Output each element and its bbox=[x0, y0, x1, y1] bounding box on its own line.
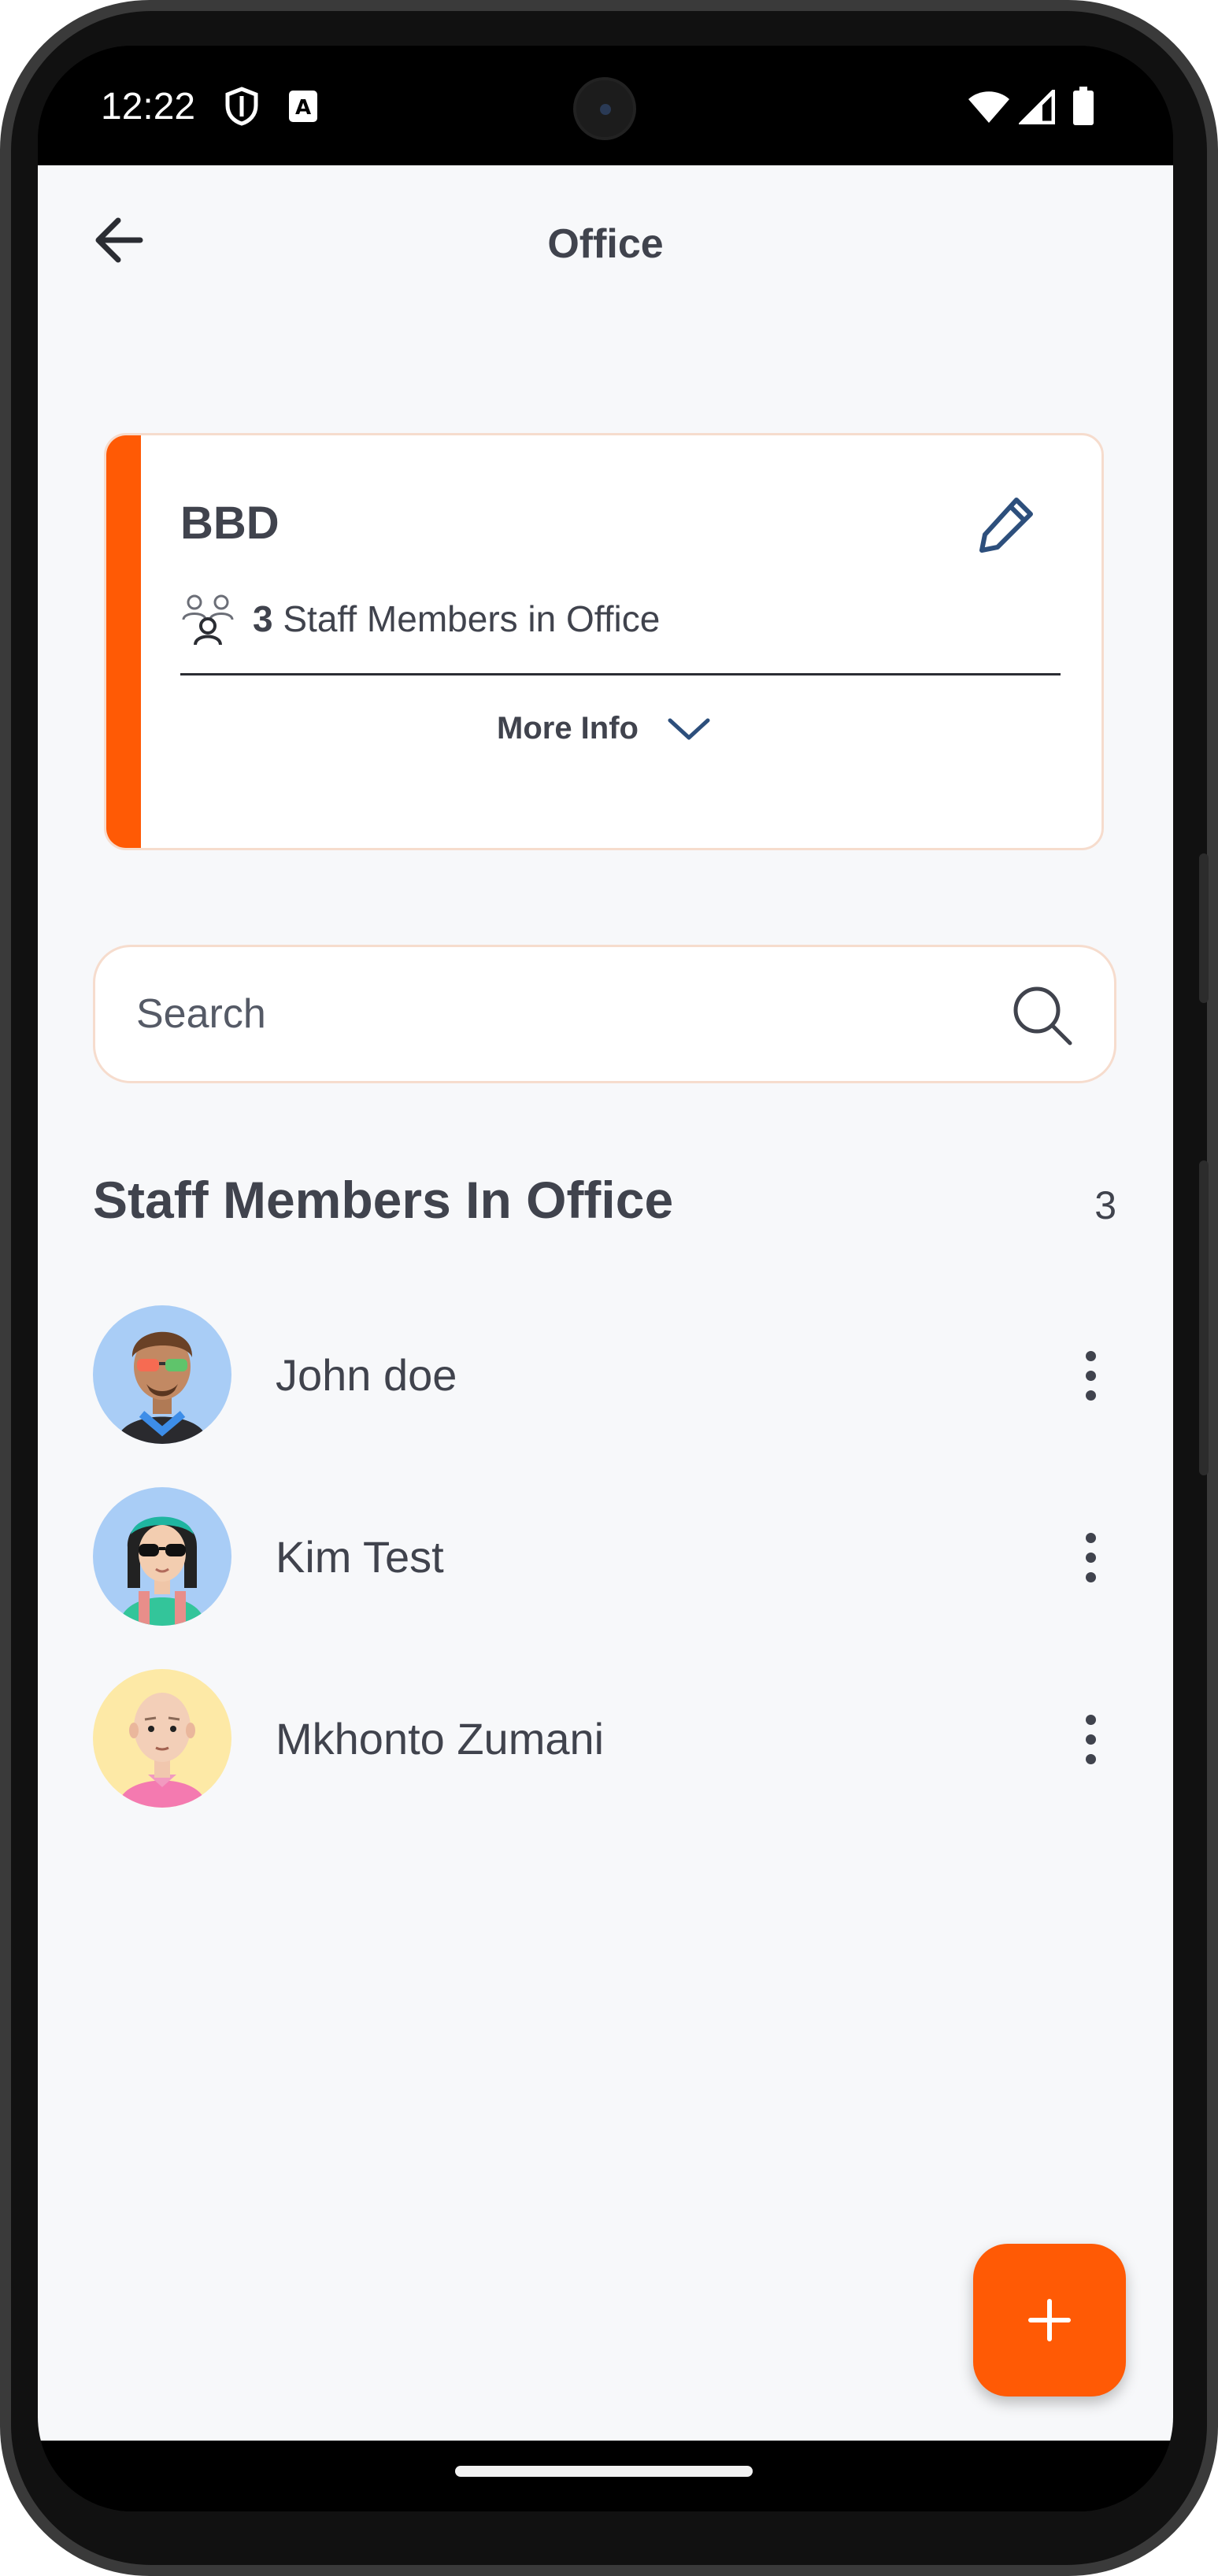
staff-count-label: Staff Members in Office bbox=[272, 598, 661, 639]
screen: 12:22 A Office BBD 3 Staff Members in Of… bbox=[38, 46, 1173, 2511]
staff-name: Mkhonto Zumani bbox=[276, 1714, 605, 1764]
plus-icon bbox=[1028, 2299, 1071, 2341]
shield-icon bbox=[224, 87, 260, 130]
staff-list: John doe Kim Test Mkhonto Zumani bbox=[38, 1305, 1173, 1851]
cellular-signal-icon bbox=[1016, 86, 1056, 128]
staff-row[interactable]: Mkhonto Zumani bbox=[38, 1669, 1173, 1851]
staff-section-title: Staff Members In Office bbox=[93, 1171, 674, 1229]
staff-name: John doe bbox=[276, 1350, 457, 1400]
home-indicator[interactable] bbox=[455, 2466, 753, 2477]
top-app-bar: Office bbox=[38, 165, 1173, 299]
office-screen: Office BBD 3 Staff Members in Office Mor… bbox=[38, 165, 1173, 2441]
status-bar: 12:22 A bbox=[38, 46, 1173, 165]
more-options-icon[interactable] bbox=[1063, 1704, 1118, 1775]
svg-text:A: A bbox=[295, 96, 311, 120]
staff-row[interactable]: Kim Test bbox=[38, 1487, 1173, 1669]
front-camera bbox=[573, 77, 636, 140]
card-divider bbox=[180, 673, 1061, 675]
staff-name: Kim Test bbox=[276, 1532, 444, 1582]
system-navigation-bar bbox=[38, 2441, 1173, 2511]
staff-count-text: 3 Staff Members in Office bbox=[253, 598, 660, 640]
chevron-down-icon bbox=[668, 718, 710, 739]
more-options-icon[interactable] bbox=[1063, 1340, 1118, 1411]
more-info-toggle[interactable]: More Info bbox=[106, 711, 1101, 746]
search-bar bbox=[93, 945, 1116, 1083]
volume-button bbox=[1199, 853, 1209, 1003]
more-options-icon[interactable] bbox=[1063, 1522, 1118, 1593]
phone-frame: 12:22 A Office BBD 3 Staff Members in Of… bbox=[0, 0, 1218, 2576]
staff-section-count: 3 bbox=[1094, 1183, 1116, 1227]
pencil-icon bbox=[979, 498, 1033, 553]
page-title: Office bbox=[547, 221, 664, 267]
more-info-label: More Info bbox=[497, 711, 639, 746]
edit-office-button[interactable] bbox=[971, 489, 1042, 560]
battery-icon bbox=[1072, 87, 1094, 130]
office-card: BBD 3 Staff Members in Office More Info bbox=[104, 433, 1104, 850]
a-notification-icon: A bbox=[288, 90, 318, 127]
add-staff-fab[interactable] bbox=[973, 2244, 1126, 2396]
search-icon[interactable] bbox=[1007, 980, 1078, 1051]
avatar bbox=[93, 1305, 231, 1444]
people-group-icon bbox=[180, 591, 235, 646]
wifi-icon bbox=[967, 90, 1011, 128]
office-name: BBD bbox=[180, 498, 280, 549]
card-accent-bar bbox=[106, 435, 141, 848]
avatar bbox=[93, 1487, 231, 1626]
avatar bbox=[93, 1669, 231, 1808]
staff-row[interactable]: John doe bbox=[38, 1305, 1173, 1487]
status-time: 12:22 bbox=[101, 86, 196, 128]
power-button bbox=[1199, 1160, 1209, 1475]
search-input[interactable] bbox=[136, 947, 987, 1081]
staff-count-number: 3 bbox=[253, 598, 273, 639]
